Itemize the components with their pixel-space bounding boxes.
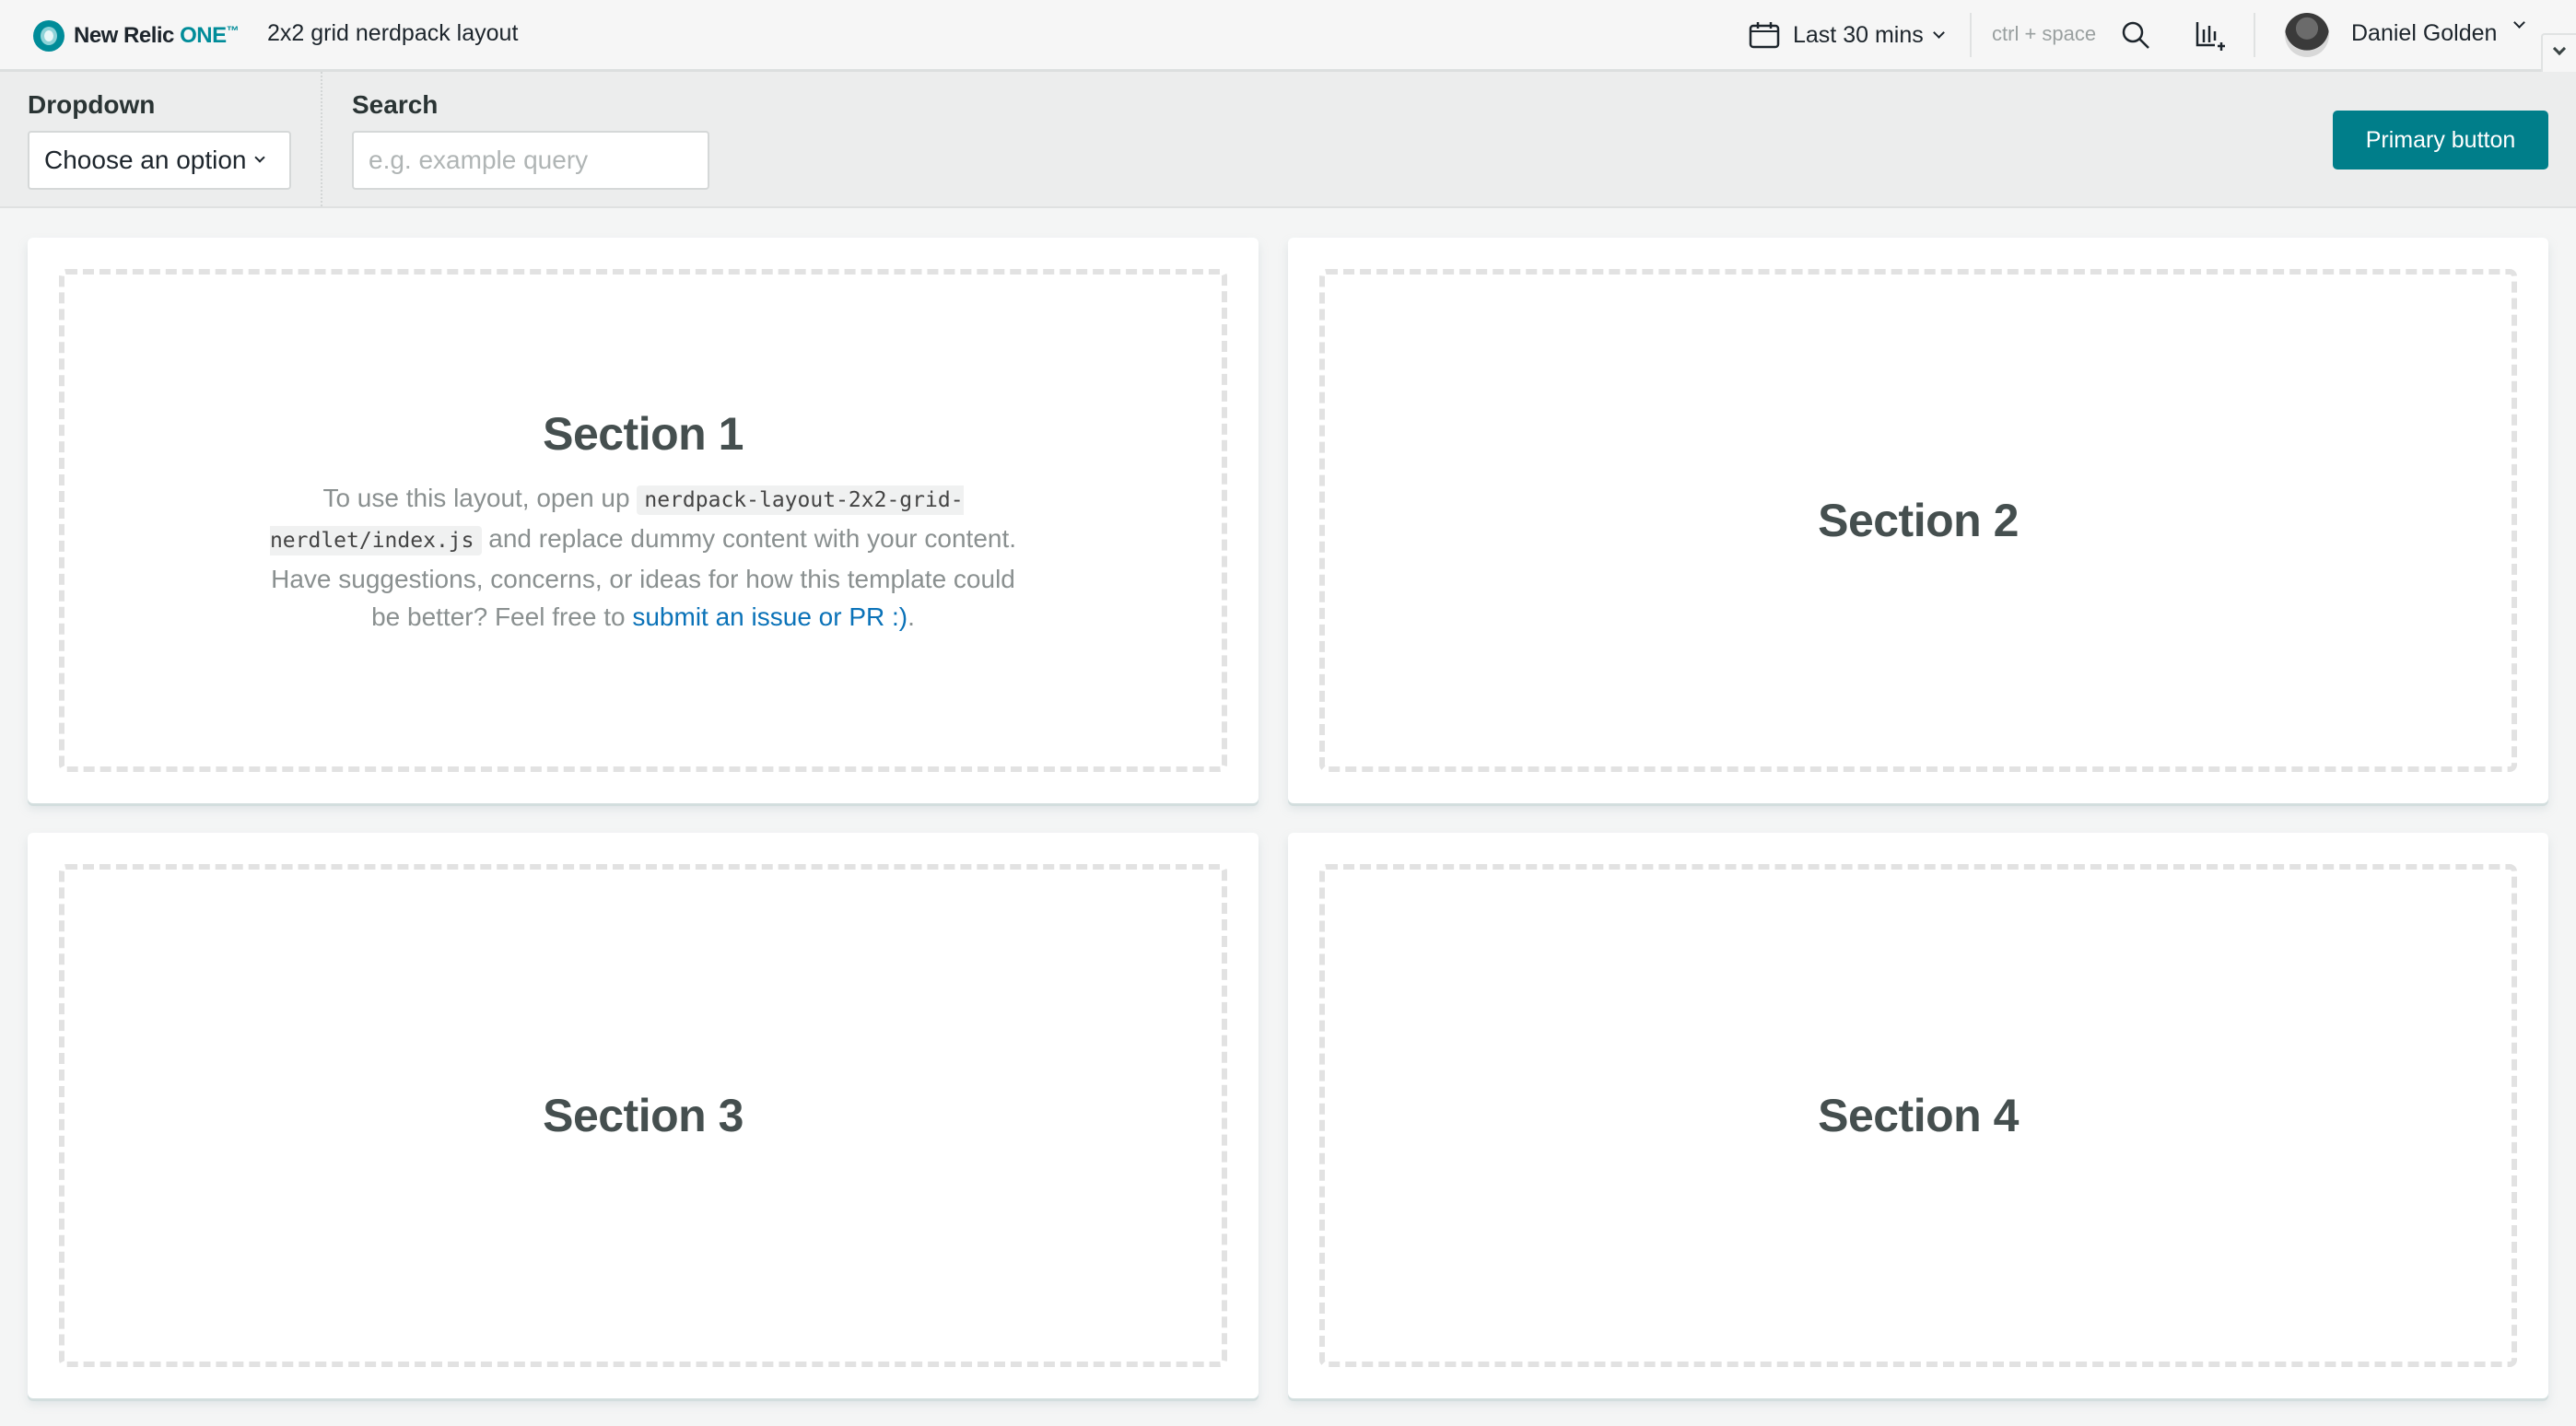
section-title: Section 2 (1818, 495, 2019, 546)
section-4-card: Section 4 (1288, 833, 2548, 1398)
user-menu[interactable]: Daniel Golden (2351, 20, 2497, 47)
app-title: 2x2 grid nerdpack layout (267, 20, 519, 46)
time-picker[interactable]: Last 30 mins (1749, 18, 1945, 52)
search-label: Search (352, 90, 439, 119)
chevron-down-icon (2552, 41, 2567, 56)
collapse-toggle[interactable] (2541, 33, 2576, 74)
section-4-placeholder: Section 4 (1319, 864, 2517, 1367)
search-shortcut-hint: ctrl + space (1992, 22, 2097, 45)
submit-issue-link[interactable]: submit an issue or PR :) (632, 602, 907, 631)
section-1-placeholder: Section 1 To use this layout, open up ne… (59, 269, 1227, 772)
dropdown-section: Dropdown Choose an option (0, 72, 322, 206)
search-input[interactable] (352, 131, 709, 190)
divider (1970, 13, 1972, 57)
primary-button[interactable]: Primary button (2333, 111, 2548, 169)
dropdown-label: Dropdown (28, 90, 156, 119)
new-relic-logo[interactable]: New Relic ONE™ (33, 20, 240, 52)
brand-name: New Relic (74, 23, 174, 48)
section-2-card: Section 2 (1288, 238, 2548, 803)
search-icon[interactable] (2121, 20, 2152, 52)
chevron-down-icon (1932, 26, 1945, 39)
dropdown-select[interactable]: Choose an option (28, 131, 291, 190)
new-relic-logo-icon (33, 20, 64, 52)
chevron-down-icon (253, 152, 265, 163)
search-section: Search (322, 72, 783, 206)
dropdown-value: Choose an option (44, 146, 247, 174)
section-2-placeholder: Section 2 (1319, 269, 2517, 772)
description-text: To use this layout, open up (322, 484, 638, 512)
section-title: Section 4 (1818, 1090, 2019, 1141)
section-1-card: Section 1 To use this layout, open up ne… (28, 238, 1259, 803)
brand-product: ONE (180, 23, 227, 48)
logo-text: New Relic ONE™ (74, 23, 240, 49)
description-text: . (907, 602, 915, 631)
section-title: Section 3 (543, 1090, 744, 1141)
chevron-down-icon (2513, 17, 2525, 29)
section-title: Section 1 (543, 408, 744, 460)
divider (2254, 13, 2255, 57)
section-3-placeholder: Section 3 (59, 864, 1227, 1367)
time-picker-label: Last 30 mins (1793, 21, 1924, 48)
top-nav: New Relic ONE™ 2x2 grid nerdpack layout … (0, 0, 2576, 74)
add-chart-icon[interactable] (2195, 20, 2226, 52)
section-description: To use this layout, open up nerdpack-lay… (265, 479, 1021, 636)
section-3-card: Section 3 (28, 833, 1259, 1398)
calendar-icon (1749, 22, 1780, 49)
toolbar: Dropdown Choose an option Search Primary… (0, 72, 2576, 208)
brand-tm: ™ (226, 23, 240, 38)
avatar[interactable] (2285, 13, 2329, 57)
